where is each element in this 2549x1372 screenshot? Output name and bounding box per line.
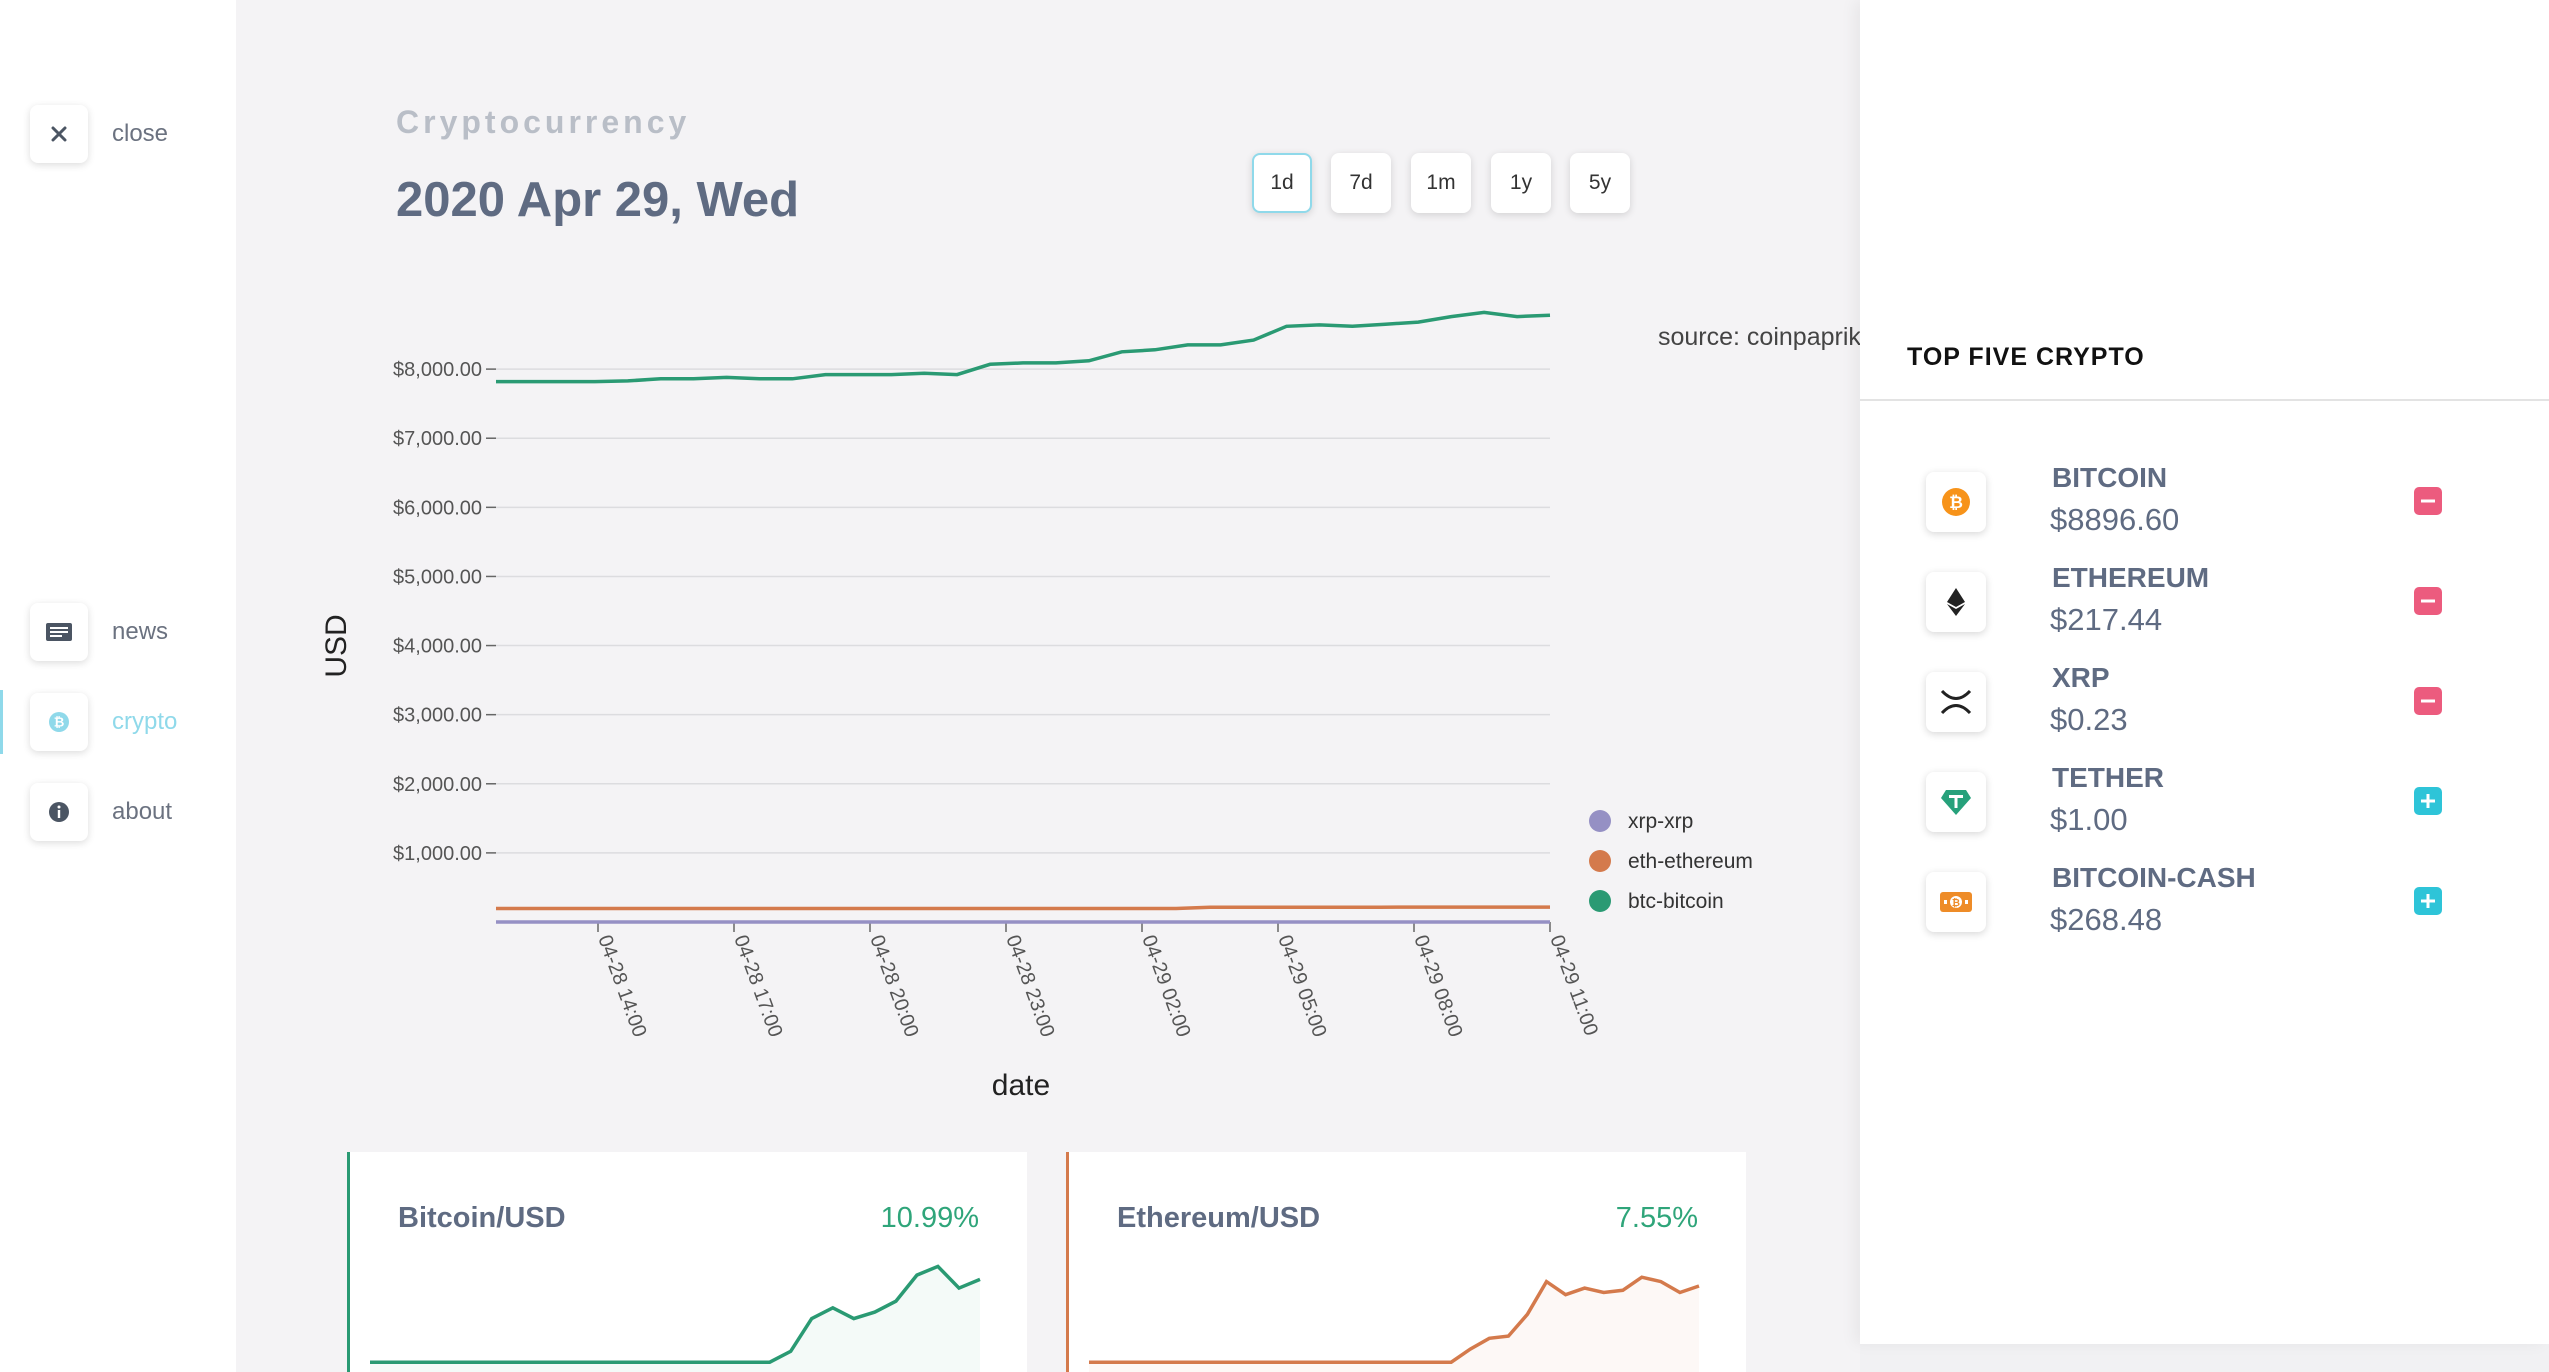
coin-row-xrp: XRP $0.23 [1926, 662, 2486, 742]
y-tick-label: $6,000.00 [393, 497, 482, 519]
legend-label: eth-ethereum [1628, 850, 1753, 873]
plus-icon [2421, 894, 2435, 908]
y-tick-label: $1,000.00 [393, 843, 482, 865]
legend-swatch [1589, 850, 1611, 872]
y-tick-label: $5,000.00 [393, 566, 482, 588]
ethereum-sparkline [1089, 1275, 1700, 1372]
coin-price: $268.48 [2050, 902, 2163, 937]
minus-icon [2421, 599, 2435, 603]
bitcoin-sparkline [370, 1264, 981, 1372]
bitcoin-cash-icon-box: ₿ [1926, 872, 1986, 932]
about-button[interactable] [30, 783, 88, 841]
ethereum-icon-box [1926, 572, 1986, 632]
bitcoin-icon: ₿ [49, 712, 69, 732]
coin-name: BITCOIN-CASH [2052, 862, 2256, 893]
news-button[interactable] [30, 603, 88, 661]
legend-label: btc-bitcoin [1628, 890, 1724, 913]
bitcoin-cash-icon: ₿ [1940, 892, 1972, 912]
coin-row-bitcoin-cash: ₿ BITCOIN-CASH $268.48 [1926, 862, 2486, 942]
sidebar-item-crypto[interactable]: ₿ crypto [30, 693, 177, 751]
add-coin-button[interactable] [2414, 787, 2442, 815]
coin-name: BITCOIN [2052, 462, 2168, 493]
svg-text:₿: ₿ [54, 716, 65, 731]
sidebar-item-label: crypto [112, 708, 178, 735]
bitcoin-usd-card[interactable]: Bitcoin/USD 10.99% [347, 1152, 1027, 1372]
remove-coin-button[interactable] [2414, 487, 2442, 515]
y-tick-label: $8,000.00 [393, 359, 482, 381]
x-tick-label: 04-28 23:00 [1001, 932, 1058, 1040]
ethereum-usd-card[interactable]: Ethereum/USD 7.55% [1066, 1152, 1746, 1372]
x-tick-label: 04-29 11:00 [1545, 932, 1602, 1038]
legend-swatch [1589, 890, 1611, 912]
y-tick-label: $2,000.00 [393, 774, 482, 796]
coin-price: $8896.60 [2050, 502, 2180, 537]
bitcoin-icon: ₿ [1942, 488, 1970, 516]
legend-label: xrp-xrp [1628, 810, 1693, 833]
x-tick-label: 04-28 14:00 [593, 932, 650, 1040]
sparkline-area [370, 1266, 980, 1372]
coin-row-bitcoin: ₿ BITCOIN $8896.60 [1926, 462, 2486, 542]
chart-source: source: coinpaprika [1658, 323, 1860, 351]
y-tick-label: $4,000.00 [393, 636, 482, 658]
sidebar-nav: close news ₿ crypto about [0, 0, 236, 1372]
close-button[interactable] [30, 105, 88, 163]
newspaper-icon [46, 623, 72, 641]
coin-name: XRP [2052, 662, 2110, 693]
series-line-eth-ethereum [496, 905, 1550, 911]
info-icon [49, 802, 69, 822]
plus-icon [2421, 794, 2435, 808]
tether-icon-box [1926, 772, 1986, 832]
x-tick-label: 04-29 05:00 [1273, 932, 1330, 1040]
x-axis-label: date [992, 1069, 1050, 1102]
legend-swatch [1589, 810, 1611, 832]
add-coin-button[interactable] [2414, 887, 2442, 915]
xrp-icon-box [1926, 672, 1986, 732]
sidebar-item-label: news [112, 618, 169, 645]
coin-row-tether: TETHER $1.00 [1926, 762, 2486, 842]
y-tick-label: $7,000.00 [393, 428, 482, 450]
close-label: close [112, 120, 169, 147]
svg-text:₿: ₿ [1949, 493, 1963, 513]
x-tick-label: 04-28 17:00 [729, 932, 786, 1040]
sidebar-item-label: about [112, 798, 173, 825]
top-crypto-panel: TOP FIVE CRYPTO ₿ BITCOIN $8896.60 ETHER… [1860, 0, 2549, 1344]
divider [1860, 399, 2549, 401]
series-line-btc-bitcoin [496, 310, 1551, 384]
coin-price: $217.44 [2050, 602, 2163, 637]
tether-icon [1941, 790, 1971, 815]
coin-row-ethereum: ETHEREUM $217.44 [1926, 562, 2486, 642]
x-tick-label: 04-28 20:00 [865, 932, 922, 1040]
xrp-icon [1940, 689, 1972, 715]
ethereum-icon [1947, 588, 1965, 616]
bitcoin-icon-box: ₿ [1926, 472, 1986, 532]
sidebar-item-news[interactable]: news [30, 603, 168, 661]
x-tick-label: 04-29 02:00 [1137, 932, 1194, 1040]
minus-icon [2421, 499, 2435, 503]
main-panel: Cryptocurrency 2020 Apr 29, Wed 1d 7d 1m… [236, 0, 1860, 1372]
remove-coin-button[interactable] [2414, 587, 2442, 615]
price-line-chart: $1,000.00 $2,000.00 $3,000.00 $4,000.00 $5,0… [320, 310, 1860, 1102]
close-icon [51, 126, 67, 142]
svg-text:₿: ₿ [1952, 897, 1960, 909]
coin-price: $0.23 [2050, 702, 2128, 737]
minus-icon [2421, 699, 2435, 703]
close-nav-item[interactable]: close [30, 105, 168, 163]
panel-title: TOP FIVE CRYPTO [1907, 343, 2145, 371]
y-tick-label: $3,000.00 [393, 705, 482, 727]
remove-coin-button[interactable] [2414, 687, 2442, 715]
y-axis-label: USD [320, 614, 353, 677]
coin-price: $1.00 [2050, 802, 2128, 837]
x-tick-label: 04-29 08:00 [1409, 932, 1466, 1040]
crypto-button[interactable]: ₿ [30, 693, 88, 751]
active-indicator [0, 690, 3, 754]
coin-name: TETHER [2052, 762, 2164, 793]
sidebar-item-about[interactable]: about [30, 783, 172, 841]
coin-name: ETHEREUM [2052, 562, 2210, 593]
